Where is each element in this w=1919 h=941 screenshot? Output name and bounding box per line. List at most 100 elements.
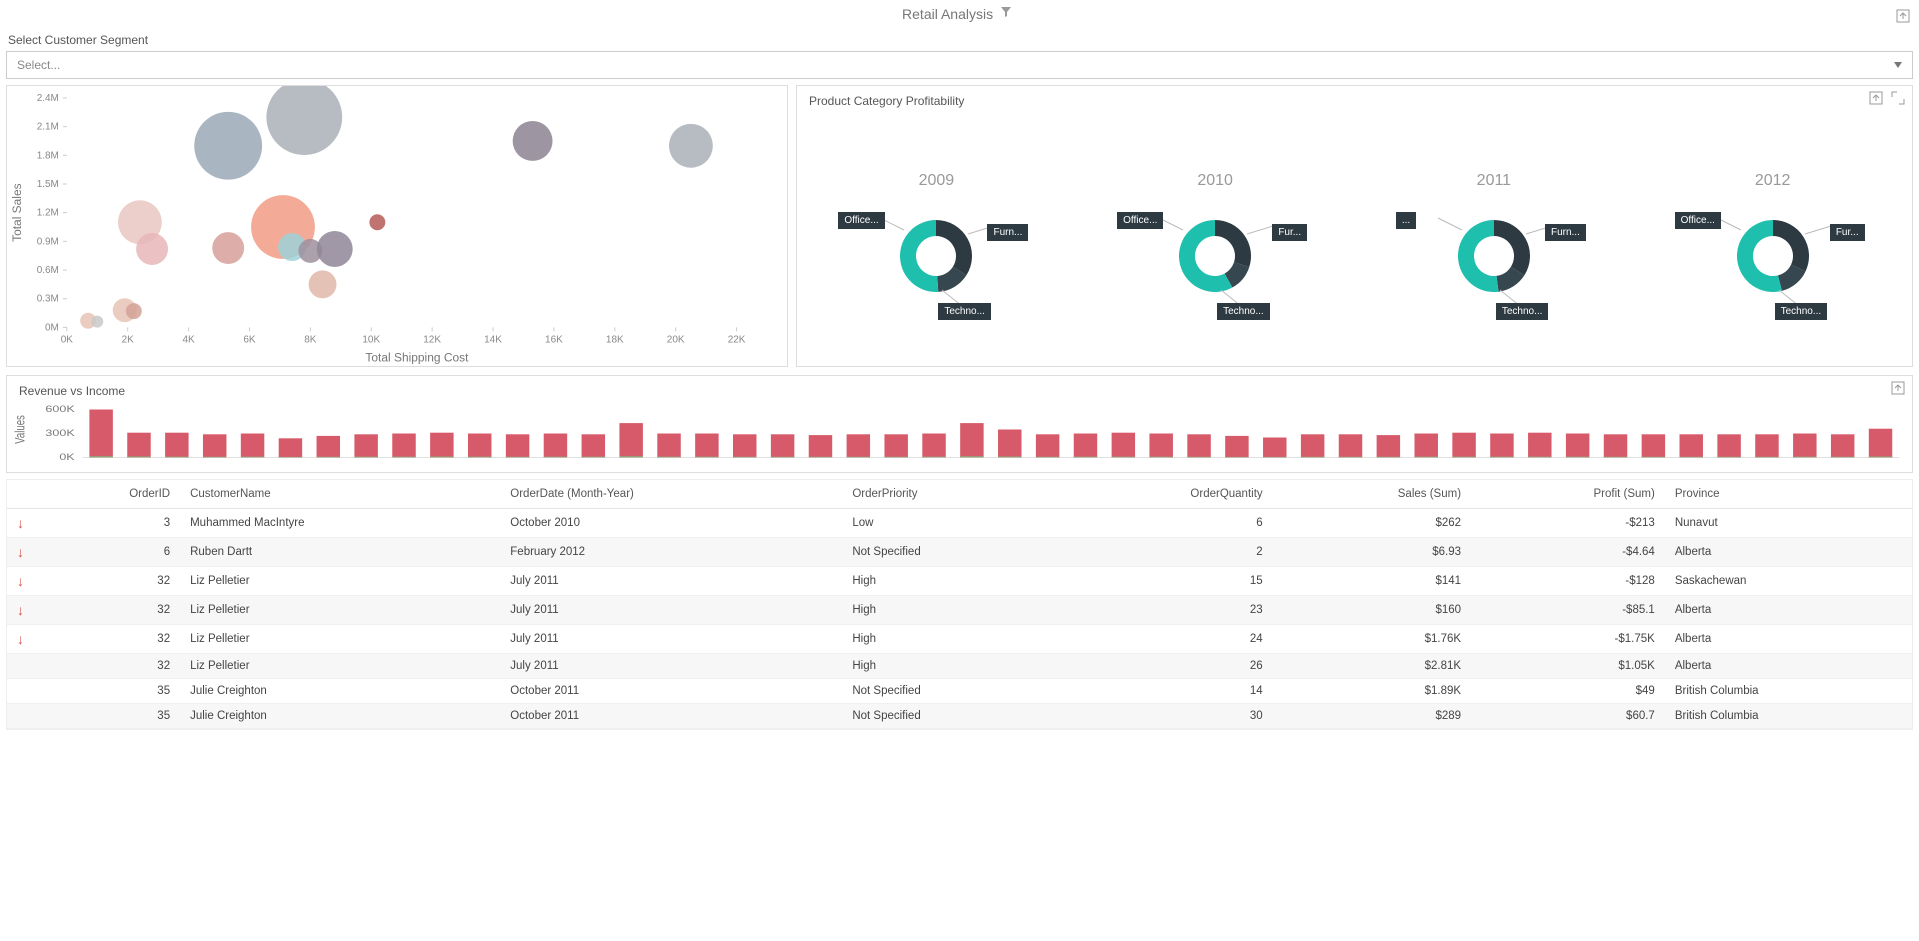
donut-label-office[interactable]: Office... [838, 212, 884, 229]
bar-income[interactable] [468, 457, 491, 458]
table-header[interactable]: Sales (Sum) [1273, 480, 1471, 509]
bar[interactable] [1112, 433, 1135, 458]
bar[interactable] [1149, 434, 1172, 458]
bar-chart[interactable]: 0K300K600KValues [7, 398, 1912, 468]
bar[interactable] [960, 423, 983, 457]
bar[interactable] [733, 435, 756, 458]
bar-income[interactable] [1717, 457, 1740, 458]
bar-income[interactable] [922, 457, 945, 458]
bar-income[interactable] [582, 457, 605, 458]
donut-slice[interactable] [1458, 220, 1499, 292]
scatter-point[interactable] [136, 233, 168, 265]
bar-income[interactable] [1263, 457, 1286, 458]
bar-income[interactable] [884, 457, 907, 458]
table-header[interactable]: OrderPriority [842, 480, 1053, 509]
scatter-point[interactable] [369, 215, 385, 231]
bar[interactable] [430, 433, 453, 458]
donut-label-technology[interactable]: Techno... [1775, 303, 1828, 320]
table-header[interactable]: Profit (Sum) [1471, 480, 1665, 509]
table-row[interactable]: ↓ 32 Liz Pelletier July 2011 High 24 $1.… [7, 625, 1912, 654]
bar[interactable] [506, 435, 529, 458]
segment-select[interactable]: Select... [6, 51, 1913, 79]
bar-income[interactable] [127, 457, 150, 458]
export-icon[interactable] [1890, 380, 1906, 396]
table-row[interactable]: ↓ 3 Muhammed MacIntyre October 2010 Low … [7, 509, 1912, 538]
bar[interactable] [392, 434, 415, 458]
table-row[interactable]: ↓ 32 Liz Pelletier July 2011 High 15 $14… [7, 567, 1912, 596]
bar-income[interactable] [1869, 457, 1892, 458]
scatter-point[interactable] [126, 303, 142, 319]
filter-icon[interactable] [1001, 7, 1017, 23]
bar-income[interactable] [1036, 457, 1059, 458]
donut-label-technology[interactable]: Techno... [1496, 303, 1549, 320]
bar-income[interactable] [619, 456, 642, 458]
bar[interactable] [544, 434, 567, 458]
bar[interactable] [1680, 435, 1703, 458]
bar[interactable] [1339, 435, 1362, 458]
expand-icon[interactable] [1890, 90, 1906, 106]
bar-income[interactable] [847, 457, 870, 458]
bar-income[interactable] [89, 456, 112, 458]
export-icon[interactable] [1868, 90, 1884, 106]
bar[interactable] [1263, 438, 1286, 458]
table-header[interactable]: OrderQuantity [1053, 480, 1273, 509]
bar[interactable] [1377, 435, 1400, 457]
bar-income[interactable] [1414, 457, 1437, 458]
bar[interactable] [1755, 435, 1778, 458]
bar[interactable] [241, 434, 264, 458]
bar-income[interactable] [430, 457, 453, 458]
bar-income[interactable] [1793, 457, 1816, 458]
bar[interactable] [354, 435, 377, 458]
bar[interactable] [165, 433, 188, 458]
bar-income[interactable] [1680, 457, 1703, 458]
bar[interactable] [657, 434, 680, 458]
bar[interactable] [1831, 435, 1854, 458]
bar-income[interactable] [733, 457, 756, 458]
bar[interactable] [1528, 433, 1551, 458]
table-row[interactable]: ↓ 6 Ruben Dartt February 2012 Not Specif… [7, 538, 1912, 567]
bar-income[interactable] [203, 457, 226, 458]
bar-income[interactable] [1074, 457, 1097, 458]
scatter-point[interactable] [513, 121, 553, 161]
donut-label-furniture[interactable]: Fur... [1830, 224, 1865, 241]
bar[interactable] [771, 435, 794, 458]
bar[interactable] [1225, 436, 1248, 458]
bar-income[interactable] [1642, 457, 1665, 458]
table-row[interactable]: 32 Liz Pelletier July 2011 High 26 $2.81… [7, 654, 1912, 679]
bar-income[interactable] [354, 457, 377, 458]
bar[interactable] [203, 435, 226, 458]
bar[interactable] [1187, 435, 1210, 458]
bar-income[interactable] [1149, 457, 1172, 458]
bar-income[interactable] [1339, 457, 1362, 458]
bar[interactable] [1414, 434, 1437, 458]
donut-slice[interactable] [1773, 220, 1809, 271]
bar-income[interactable] [392, 457, 415, 458]
bar-income[interactable] [165, 457, 188, 458]
bar-income[interactable] [1604, 457, 1627, 458]
bar[interactable] [1452, 433, 1475, 458]
bar[interactable] [1036, 435, 1059, 458]
scatter-point[interactable] [309, 271, 337, 299]
donut-label-office[interactable]: Office... [1675, 212, 1721, 229]
bar-income[interactable] [1112, 457, 1135, 458]
bar[interactable] [1604, 435, 1627, 458]
donut-label-office[interactable]: Office... [1117, 212, 1163, 229]
table-row[interactable]: 35 Julie Creighton October 2011 Not Spec… [7, 704, 1912, 729]
bar[interactable] [922, 434, 945, 458]
bar-income[interactable] [809, 457, 832, 458]
bar-income[interactable] [998, 457, 1021, 458]
bar[interactable] [1869, 429, 1892, 458]
scatter-point[interactable] [266, 86, 342, 155]
export-icon[interactable] [1895, 8, 1911, 24]
bar[interactable] [1793, 434, 1816, 458]
donut-slice[interactable] [900, 220, 938, 292]
bar-income[interactable] [960, 456, 983, 457]
bar-income[interactable] [1831, 457, 1854, 458]
donut-label-furniture[interactable]: Fur... [1272, 224, 1307, 241]
donut-slice[interactable] [1494, 220, 1530, 275]
bar-income[interactable] [1528, 457, 1551, 458]
scatter-point[interactable] [669, 124, 713, 168]
bar-income[interactable] [241, 457, 264, 458]
table-header[interactable]: Province [1665, 480, 1912, 509]
table-header[interactable]: OrderID [35, 480, 180, 509]
